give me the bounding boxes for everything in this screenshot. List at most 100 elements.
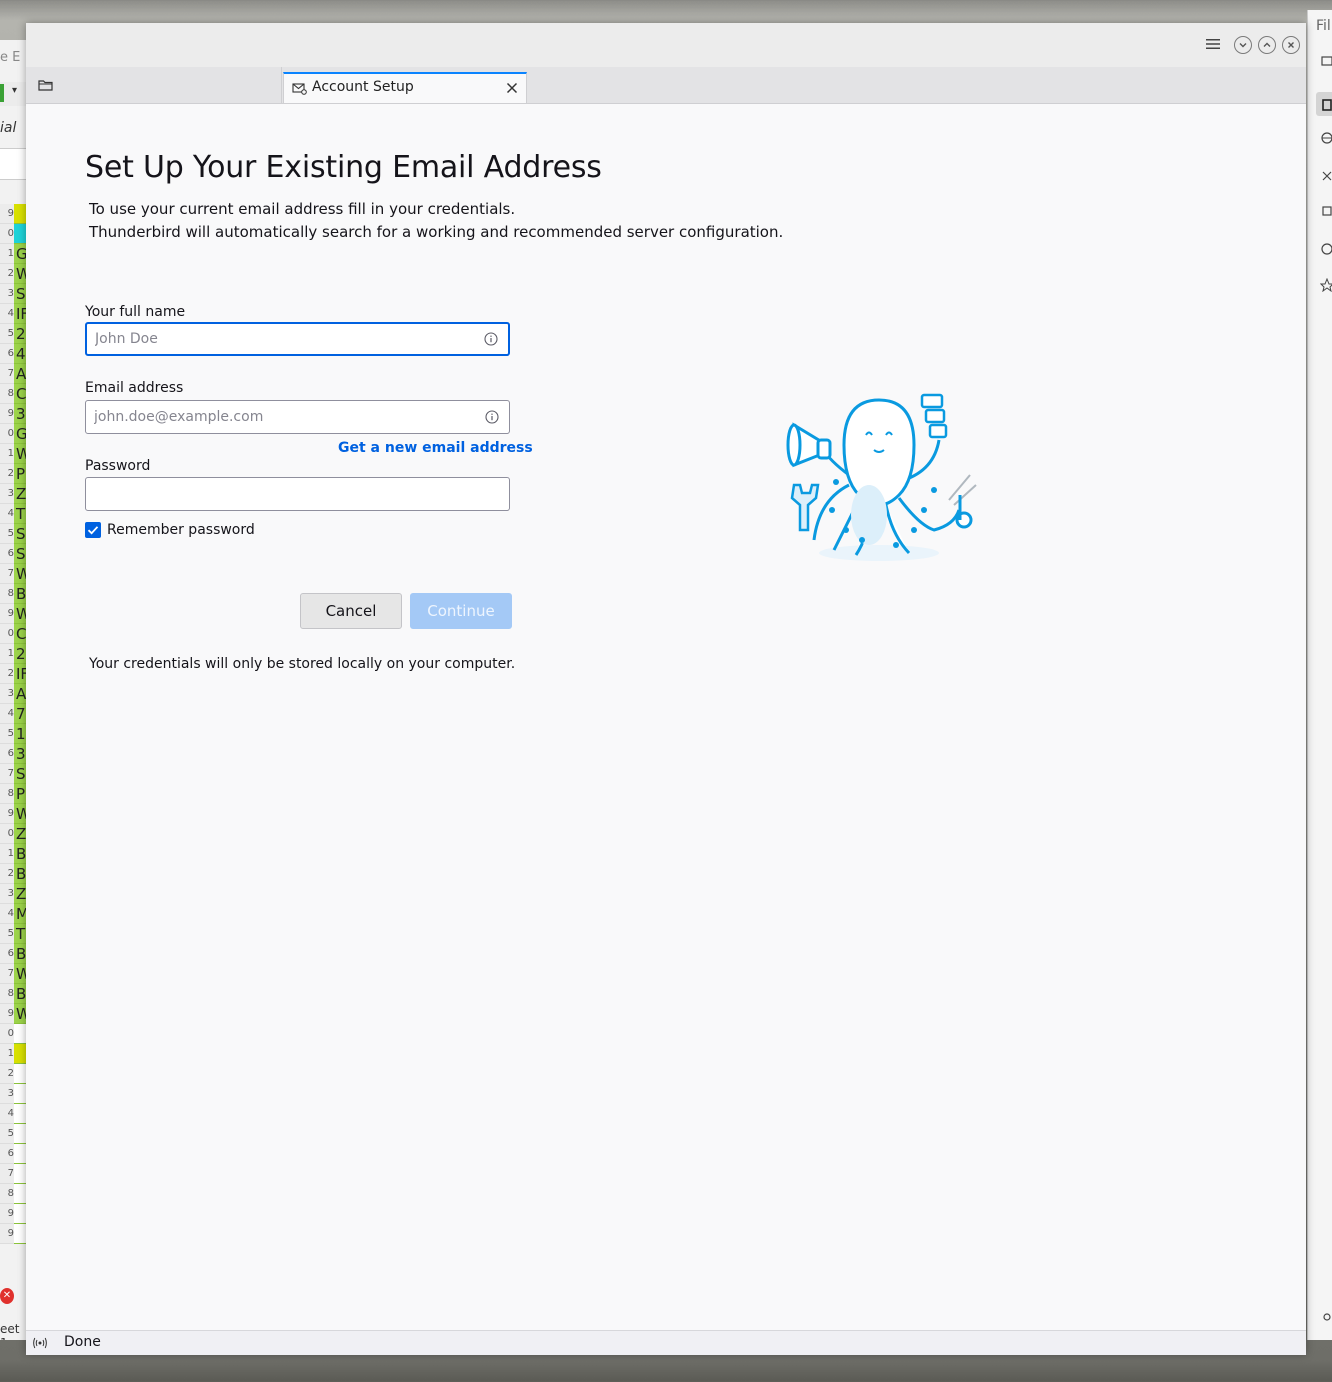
- bg-sheet-row: 63: [0, 744, 28, 764]
- bg-sheet-row: 8B: [0, 584, 28, 604]
- navigator-icon: [1322, 206, 1332, 216]
- bg-sheet-row: 8: [0, 1184, 28, 1204]
- bg-sheet-row: 7W: [0, 564, 28, 584]
- bg-row-number: 9: [0, 1004, 14, 1024]
- bg-row-number: 3: [0, 884, 14, 904]
- bg-toolbar-fragment: ▾: [0, 82, 28, 106]
- bg-sheet-row: 4M: [0, 904, 28, 924]
- remember-password-label: Remember password: [107, 522, 255, 538]
- bg-row-number: 4: [0, 504, 14, 524]
- online-status-icon[interactable]: [32, 1336, 48, 1350]
- tab-strip: Account Setup: [26, 67, 1306, 104]
- remember-password-checkbox[interactable]: [85, 522, 101, 538]
- get-new-email-link[interactable]: Get a new email address: [338, 440, 533, 456]
- bg-sheet-row: 8B: [0, 984, 28, 1004]
- bg-sheet-row: 64: [0, 344, 28, 364]
- bg-row-number: 3: [0, 284, 14, 304]
- bg-row-number: 0: [0, 1024, 14, 1044]
- bg-row-number: 5: [0, 924, 14, 944]
- bg-row-number: 2: [0, 1064, 14, 1084]
- bg-sheet-row: 6: [0, 1144, 28, 1164]
- bg-sheet-row: 2P: [0, 464, 28, 484]
- bg-row-number: 4: [0, 704, 14, 724]
- bg-row-number: 8: [0, 1184, 14, 1204]
- close-icon: [1288, 42, 1294, 48]
- bg-sheet-row: 3Z: [0, 884, 28, 904]
- tools-icon: [1322, 171, 1332, 181]
- chevron-up-icon: [1263, 42, 1271, 47]
- thunderbird-window: Account Setup Set Up Your Existing Email…: [26, 23, 1306, 1355]
- bg-sheet-tab: eet 1: [0, 1322, 20, 1340]
- bg-row-number: 8: [0, 784, 14, 804]
- email-label: Email address: [85, 380, 184, 396]
- tab-label: Account Setup: [312, 79, 414, 95]
- bg-row-number: 9: [0, 804, 14, 824]
- password-input[interactable]: [86, 478, 509, 510]
- bg-row-number: 3: [0, 684, 14, 704]
- bg-row-number: 9: [0, 204, 14, 224]
- bg-sheet-row: 0: [0, 1024, 28, 1044]
- globe-icon: [1321, 132, 1332, 144]
- email-input[interactable]: [86, 401, 509, 433]
- close-window-button[interactable]: [1282, 36, 1300, 54]
- bg-formula-bar: [0, 148, 28, 180]
- settings-icon: [1323, 1313, 1331, 1321]
- bg-sheet-row: 7A: [0, 364, 28, 384]
- bg-row-number: 0: [0, 224, 14, 244]
- bg-row-number: 6: [0, 1144, 14, 1164]
- cancel-button[interactable]: Cancel: [300, 593, 402, 629]
- bg-sheet-row: 1: [0, 1044, 28, 1064]
- bg-sheet-row: 2W: [0, 264, 28, 284]
- bg-sheet-row: 8P: [0, 784, 28, 804]
- hamburger-menu-icon[interactable]: [1206, 38, 1220, 50]
- tab-account-setup[interactable]: Account Setup: [283, 72, 527, 103]
- bg-sheet-row: 0G: [0, 424, 28, 444]
- bg-sheet-row: 9W: [0, 1004, 28, 1024]
- bg-sheet-row: 6B: [0, 944, 28, 964]
- bg-sheet-row: 3Z: [0, 484, 28, 504]
- background-sidebar: Fil: [1307, 10, 1332, 1340]
- page-icon: [1322, 99, 1332, 111]
- checkmark-icon: [87, 526, 99, 535]
- bg-row-number: 1: [0, 244, 14, 264]
- info-icon[interactable]: [484, 332, 498, 346]
- bg-row-number: 6: [0, 944, 14, 964]
- bg-row-number: 4: [0, 1104, 14, 1124]
- bg-sheet-row: 47: [0, 704, 28, 724]
- bg-sheet-row: 4T: [0, 504, 28, 524]
- bg-sheet-row: 93: [0, 404, 28, 424]
- bg-sheet-row: 1B: [0, 844, 28, 864]
- bg-sheet-row: 9: [0, 1224, 28, 1244]
- fullname-field: [85, 322, 510, 356]
- bg-row-number: 9: [0, 1204, 14, 1224]
- bg-sheet-row: 7S: [0, 764, 28, 784]
- bg-row-number: 2: [0, 464, 14, 484]
- bg-row-number: 4: [0, 304, 14, 324]
- bg-menu-fragment: e E: [0, 50, 21, 65]
- bg-row-number: 7: [0, 964, 14, 984]
- title-bar: [26, 23, 1306, 68]
- fullname-input[interactable]: [87, 324, 508, 354]
- bg-row-number: 3: [0, 484, 14, 504]
- info-icon[interactable]: [485, 410, 499, 424]
- bg-row-number: 0: [0, 824, 14, 844]
- continue-button[interactable]: Continue: [410, 593, 512, 629]
- bg-sheet-row: 4 IF: [0, 304, 28, 324]
- bg-row-number: 6: [0, 344, 14, 364]
- bg-row-number: 2: [0, 864, 14, 884]
- bg-row-number: 5: [0, 324, 14, 344]
- bg-sheet-row: 2B: [0, 864, 28, 884]
- close-tab-icon[interactable]: [506, 82, 518, 94]
- maximize-button[interactable]: [1258, 36, 1276, 54]
- bg-row-number: 9: [0, 604, 14, 624]
- minimize-button[interactable]: [1234, 36, 1252, 54]
- bg-sheet-row: 52: [0, 324, 28, 344]
- bg-row-number: 8: [0, 584, 14, 604]
- bg-sheet-row: 5S: [0, 524, 28, 544]
- tab-mail-folders[interactable]: [26, 67, 282, 103]
- bg-row-number: 0: [0, 624, 14, 644]
- password-label: Password: [85, 458, 151, 474]
- bg-sheet-row: 0Z: [0, 824, 28, 844]
- status-bar: Done: [26, 1330, 1306, 1355]
- bg-row-number: 7: [0, 564, 14, 584]
